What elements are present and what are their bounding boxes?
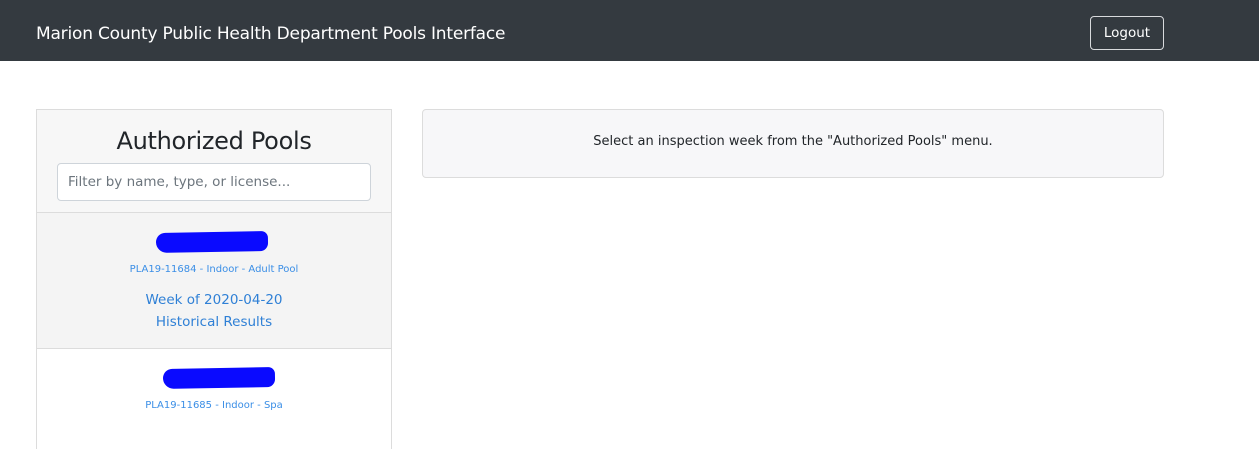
instruction-card: Select an inspection week from the "Auth… <box>422 109 1164 178</box>
pool-list-item: PLA19-11684 - Indoor - Adult Pool Week o… <box>37 212 391 349</box>
redaction-mark <box>155 231 269 253</box>
pool-filter-input[interactable] <box>57 163 371 201</box>
historical-results-link[interactable]: Historical Results <box>37 313 391 332</box>
panel-title: Authorized Pools <box>116 127 312 155</box>
pool-license-link[interactable]: PLA19-11685 - Indoor - Spa <box>37 399 391 413</box>
top-navbar: Marion County Public Health Department P… <box>0 0 1259 61</box>
authorized-pools-panel: Authorized Pools PLA19-11684 - Indoor - … <box>36 109 392 458</box>
app-title: Marion County Public Health Department P… <box>36 24 506 44</box>
logout-button[interactable]: Logout <box>1090 16 1164 50</box>
redaction-mark <box>162 367 276 389</box>
pool-license-link[interactable]: PLA19-11684 - Indoor - Adult Pool <box>37 263 391 277</box>
inspection-week-link[interactable]: Week of 2020-04-20 <box>37 291 391 310</box>
instruction-message: Select an inspection week from the "Auth… <box>593 134 993 149</box>
pool-list-item: PLA19-11685 - Indoor - Spa <box>37 348 391 458</box>
